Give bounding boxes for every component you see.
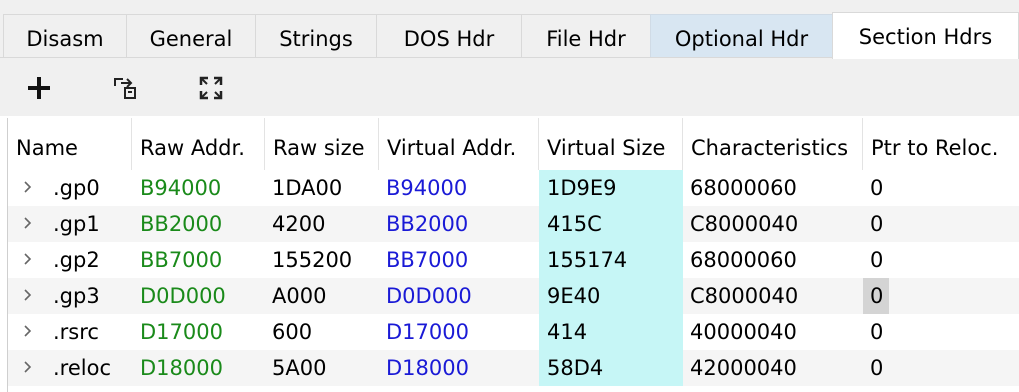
chevron-right-icon — [23, 179, 33, 198]
expand-icon — [197, 74, 225, 102]
section-headers-table: Name Raw Addr. Raw size Virtual Addr. Vi… — [7, 118, 1019, 392]
cell-raw-size: 600 — [272, 320, 313, 344]
cell-virtual-size: 415C — [539, 206, 683, 242]
cell-name: .gp0 — [53, 176, 100, 200]
plus-icon — [26, 75, 52, 101]
tab-optional-hdr[interactable]: Optional Hdr — [650, 14, 833, 57]
cell-name: .gp2 — [53, 248, 100, 272]
cell-virtual-size: 9E40 — [539, 278, 683, 314]
cell-name: .rsrc — [53, 320, 99, 344]
cell-raw-addr: BB2000 — [140, 212, 223, 236]
cell-ptr-to-reloc: 0 — [870, 356, 884, 380]
cell-virtual-size: 155174 — [539, 242, 683, 278]
table-header: Name Raw Addr. Raw size Virtual Addr. Vi… — [8, 118, 1019, 170]
cell-virtual-addr: D18000 — [386, 356, 469, 380]
tab-bar: Disasm General Strings DOS Hdr File Hdr … — [0, 0, 1019, 59]
expand-row-toggle[interactable] — [16, 314, 40, 350]
add-button[interactable] — [17, 66, 61, 110]
cell-raw-size: 5A00 — [272, 356, 327, 380]
table-row[interactable]: .rsrc D17000 600 D17000 414 40000040 0 — [8, 314, 1019, 350]
chevron-right-icon — [23, 323, 33, 342]
cell-name: .gp1 — [53, 212, 100, 236]
expand-row-toggle[interactable] — [16, 170, 40, 206]
table-row[interactable]: .gp3 D0D000 A000 D0D000 9E40 C8000040 0 — [8, 278, 1019, 314]
cell-characteristics: C8000040 — [690, 212, 799, 236]
cell-virtual-addr: D0D000 — [386, 284, 472, 308]
cell-characteristics: 42000040 — [690, 356, 797, 380]
tab-general[interactable]: General — [126, 14, 256, 57]
tab-dos-hdr[interactable]: DOS Hdr — [376, 14, 522, 57]
column-header-ptr-to-reloc[interactable]: Ptr to Reloc. — [863, 118, 1019, 170]
cell-name: .reloc — [53, 356, 111, 380]
column-header-characteristics[interactable]: Characteristics — [683, 118, 863, 170]
tab-file-hdr[interactable]: File Hdr — [521, 14, 651, 57]
expand-row-toggle[interactable] — [16, 350, 40, 386]
export-button[interactable] — [103, 66, 147, 110]
tab-strings[interactable]: Strings — [255, 14, 377, 57]
cell-virtual-size: 414 — [539, 314, 683, 350]
column-header-virtual-addr[interactable]: Virtual Addr. — [379, 118, 539, 170]
column-header-name[interactable]: Name — [8, 118, 132, 170]
cell-raw-addr: B94000 — [140, 176, 222, 200]
cell-characteristics: C8000040 — [690, 284, 799, 308]
cell-raw-size: A000 — [272, 284, 327, 308]
column-header-raw-size[interactable]: Raw size — [265, 118, 379, 170]
cell-ptr-to-reloc: 0 — [870, 176, 884, 200]
cell-virtual-addr: BB2000 — [386, 212, 469, 236]
expand-button[interactable] — [189, 66, 233, 110]
cell-raw-addr: D17000 — [140, 320, 223, 344]
cell-ptr-to-reloc-selected[interactable]: 0 — [863, 278, 889, 314]
expand-row-toggle[interactable] — [16, 278, 40, 314]
cell-virtual-size: 1D9E9 — [539, 170, 683, 206]
column-header-virtual-size[interactable]: Virtual Size — [539, 118, 683, 170]
table-row[interactable]: .gp2 BB7000 155200 BB7000 155174 6800006… — [8, 242, 1019, 278]
cell-raw-addr: BB7000 — [140, 248, 223, 272]
table-row[interactable]: .gp1 BB2000 4200 BB2000 415C C8000040 0 — [8, 206, 1019, 242]
cell-characteristics: 68000060 — [690, 248, 797, 272]
cell-name: .gp3 — [53, 284, 100, 308]
expand-row-toggle[interactable] — [16, 206, 40, 242]
cell-characteristics: 40000040 — [690, 320, 797, 344]
cell-virtual-addr: B94000 — [386, 176, 468, 200]
tab-section-hdrs[interactable]: Section Hdrs — [832, 12, 1019, 59]
chevron-right-icon — [23, 215, 33, 234]
cell-virtual-size: 58D4 — [539, 350, 683, 386]
cell-virtual-addr: BB7000 — [386, 248, 469, 272]
cell-raw-addr: D18000 — [140, 356, 223, 380]
cell-characteristics: 68000060 — [690, 176, 797, 200]
column-header-raw-addr[interactable]: Raw Addr. — [132, 118, 265, 170]
table-row[interactable]: .reloc D18000 5A00 D18000 58D4 42000040 … — [8, 350, 1019, 386]
cell-raw-addr: D0D000 — [140, 284, 226, 308]
expand-row-toggle[interactable] — [16, 242, 40, 278]
export-icon — [111, 74, 139, 102]
chevron-right-icon — [23, 251, 33, 270]
cell-raw-size: 1DA00 — [272, 176, 343, 200]
tab-disasm[interactable]: Disasm — [3, 14, 127, 57]
section-headers-panel: Name Raw Addr. Raw size Virtual Addr. Vi… — [0, 58, 1019, 392]
cell-ptr-to-reloc: 0 — [870, 212, 884, 236]
cell-virtual-addr: D17000 — [386, 320, 469, 344]
chevron-right-icon — [23, 359, 33, 378]
cell-ptr-to-reloc: 0 — [870, 248, 884, 272]
cell-raw-size: 4200 — [272, 212, 326, 236]
table-row[interactable]: .gp0 B94000 1DA00 B94000 1D9E9 68000060 … — [8, 170, 1019, 206]
cell-ptr-to-reloc: 0 — [870, 320, 884, 344]
chevron-right-icon — [23, 287, 33, 306]
toolbar — [0, 58, 1019, 116]
cell-raw-size: 155200 — [272, 248, 353, 272]
